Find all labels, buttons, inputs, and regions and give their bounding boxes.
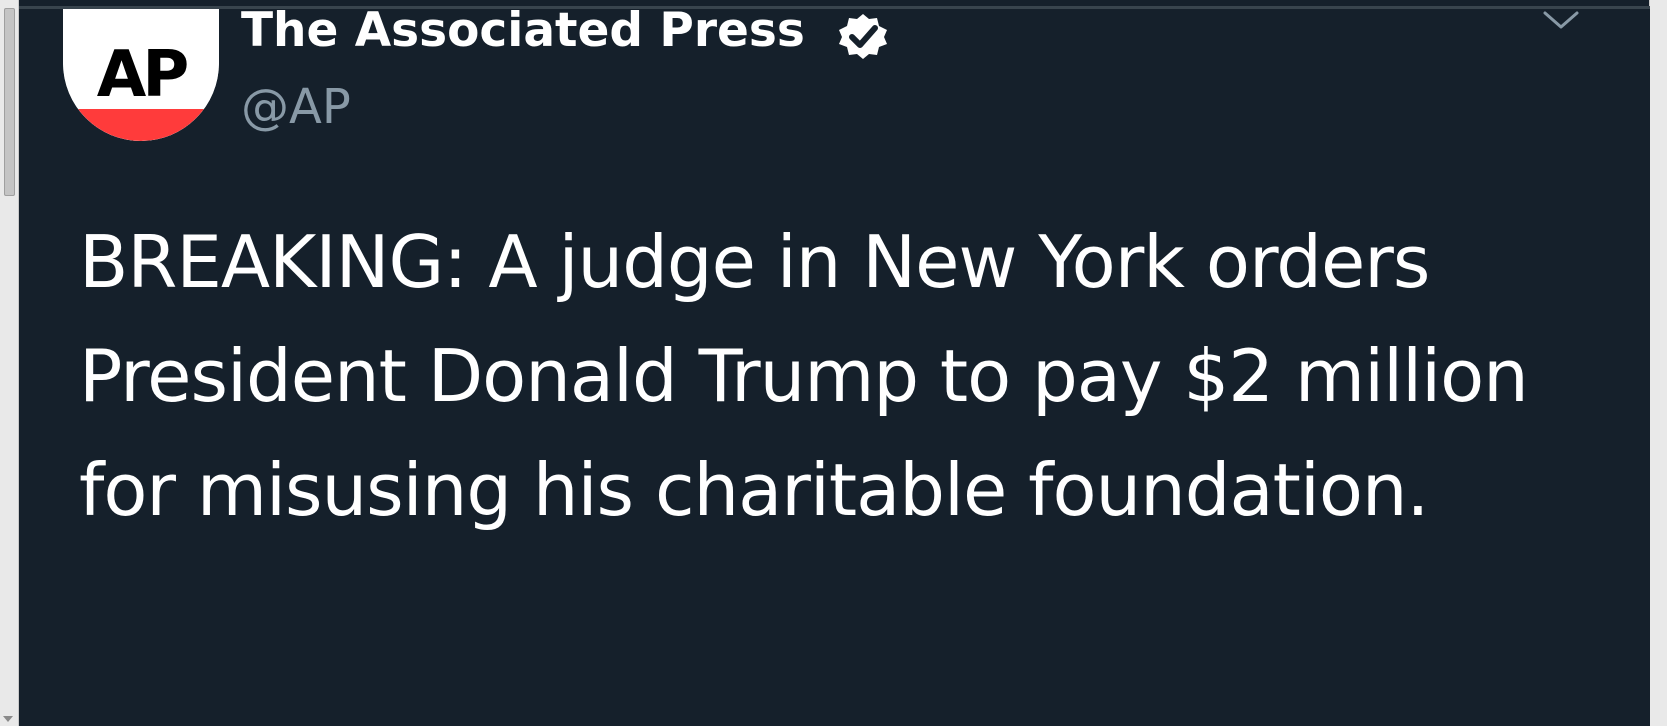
avatar-red-band: [63, 109, 219, 141]
verified-badge-icon: [839, 14, 887, 59]
author-display-name[interactable]: The Associated Press: [241, 3, 805, 59]
scroll-down-arrow-icon[interactable]: [3, 716, 13, 722]
tweet-body-text: BREAKING: A judge in New York orders Pre…: [79, 220, 1529, 532]
right-window-edge: [1649, 0, 1667, 726]
chevron-down-icon[interactable]: [1539, 9, 1583, 33]
scrollbar-thumb[interactable]: [4, 8, 15, 196]
avatar-logo: AP: [96, 38, 189, 112]
browser-window: AP The Associated Press @AP BREAKING: A …: [0, 0, 1667, 726]
author-handle[interactable]: @AP: [241, 79, 351, 135]
avatar[interactable]: AP: [63, 9, 219, 141]
left-scrollbar[interactable]: [0, 0, 19, 726]
tweet-card: AP The Associated Press @AP BREAKING: A …: [19, 3, 1650, 726]
